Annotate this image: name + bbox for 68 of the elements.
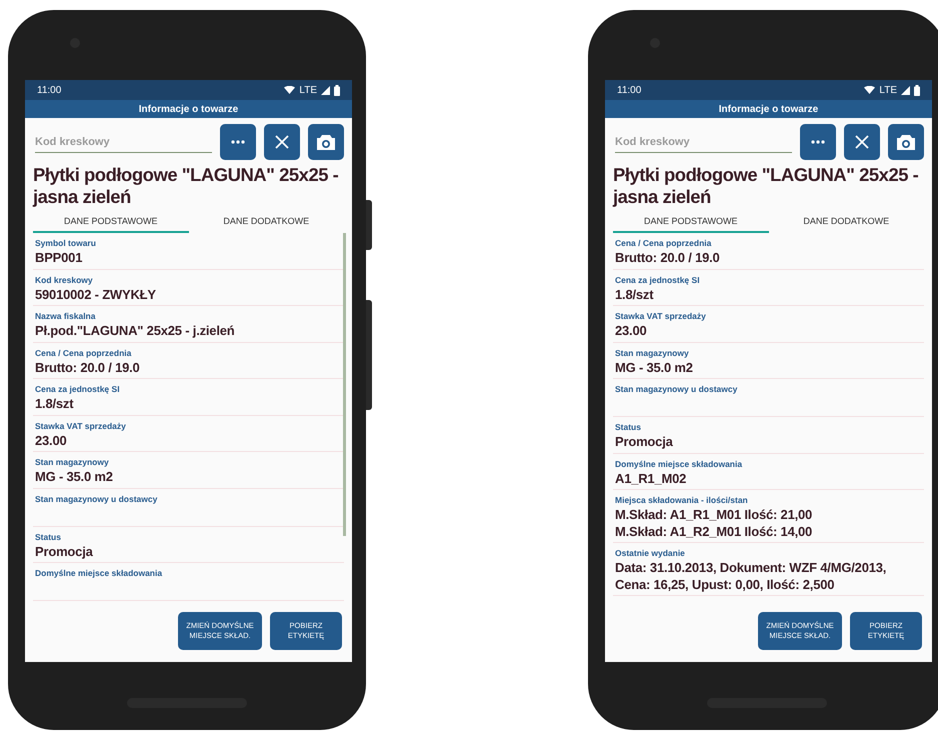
camera-button[interactable] (888, 124, 924, 160)
field-label: Cena za jednostkę SI (35, 383, 121, 396)
field-label: Domyślne miejsce składowania (615, 458, 744, 470)
camera-button[interactable] (308, 124, 344, 160)
field-label: Stan magazynowy u dostawcy (615, 383, 738, 396)
field-label: Symbol towaru (35, 237, 97, 250)
product-title: Płytki podłogowe "LAGUNA" 25x25 - jasna zieleń (612, 163, 920, 209)
signal-icon (901, 86, 910, 94)
network-label: LTE (879, 84, 897, 96)
field-label: Miejsca składowania - ilości/stan (615, 494, 749, 507)
field-value: 1.8/szt (35, 396, 74, 412)
field-value: MG - 35.0 m2 (615, 360, 694, 376)
clear-button[interactable] (844, 124, 880, 160)
field-value: A1_R1_M02 (615, 470, 688, 487)
field-label: Cena / Cena poprzednia (35, 346, 132, 360)
camera-icon (896, 134, 916, 150)
field-label: Stan magazynowy u dostawcy (35, 492, 158, 506)
more-button[interactable] (800, 124, 836, 160)
field-value: MG - 35.0 m2 (35, 469, 114, 486)
product-title: Płytki podłogowe "LAGUNA" 25x25 - jasna zieleń (32, 163, 340, 209)
status-time: 11:00 (37, 84, 62, 96)
field-label: Nazwa fiskalna (35, 310, 96, 323)
field-value: Brutto: 20.0 / 19.0 (615, 250, 721, 266)
barcode-input-field[interactable]: Kod kreskowy (35, 132, 212, 152)
field-label: Stan magazynowy (615, 346, 690, 360)
clear-button[interactable] (264, 124, 300, 160)
tab[interactable]: DANE PODSTAWOWE (613, 210, 768, 233)
camera-icon (316, 134, 336, 150)
close-icon (274, 134, 290, 150)
app-title-bar: Informacje o towarze (605, 100, 932, 118)
field-value: 23.00 (35, 432, 68, 449)
tab[interactable]: DANE DODATKOWE (768, 210, 924, 233)
field-label: Stan magazynowy (35, 456, 110, 469)
field-label: Stawka VAT sprzedaży (615, 310, 707, 323)
field-value: Pł.pod."LAGUNA" 25x25 - j.zieleń (35, 323, 236, 340)
wifi-icon (284, 86, 296, 94)
tab[interactable]: DANE DODATKOWE (188, 210, 344, 233)
field-label: Kod kreskowy (35, 274, 94, 286)
field-value: BPP001 (35, 250, 84, 266)
field-value: Promocja (615, 434, 674, 450)
more-button[interactable] (220, 124, 256, 160)
more-icon (231, 140, 245, 144)
network-label: LTE (299, 84, 317, 96)
field-value: Brutto: 20.0 / 19.0 (35, 360, 141, 376)
field-value: 23.00 (615, 323, 648, 340)
field-label: Stawka VAT sprzedaży (35, 420, 127, 432)
field-label: Ostatnie wydanie (615, 547, 686, 560)
more-icon (811, 140, 825, 144)
field-label: Status (35, 530, 62, 544)
field-label: Cena / Cena poprzednia (615, 237, 712, 250)
wifi-icon (864, 86, 876, 94)
signal-icon (321, 86, 330, 94)
app-title-bar: Informacje o towarze (25, 100, 352, 118)
field-value: M.Skład: A1_R2_M01 Ilość: 14,00 (615, 524, 814, 540)
field-label: Cena za jednostkę SI (615, 274, 701, 286)
field-value: Data: 31.10.2013, Dokument: WZF 4/MG/2013, Cena: 16,25, Upust: 0,00, Ilość: 2,500 (615, 560, 888, 593)
close-icon (854, 134, 870, 150)
field-label: Domyślne miejsce składowania (35, 567, 164, 580)
field-value: 59010002 - ZWYKŁY (35, 286, 157, 303)
barcode-input-field[interactable]: Kod kreskowy (615, 132, 792, 152)
status-time: 11:00 (617, 84, 642, 96)
battery-icon (334, 84, 340, 96)
field-value: 1.8/szt (615, 286, 654, 303)
field-label: Status (615, 421, 642, 434)
battery-icon (914, 84, 920, 96)
field-value: M.Skład: A1_R1_M01 Ilość: 21,00 (615, 507, 814, 524)
tab[interactable]: DANE PODSTAWOWE (33, 210, 188, 233)
field-value: Promocja (35, 544, 94, 560)
